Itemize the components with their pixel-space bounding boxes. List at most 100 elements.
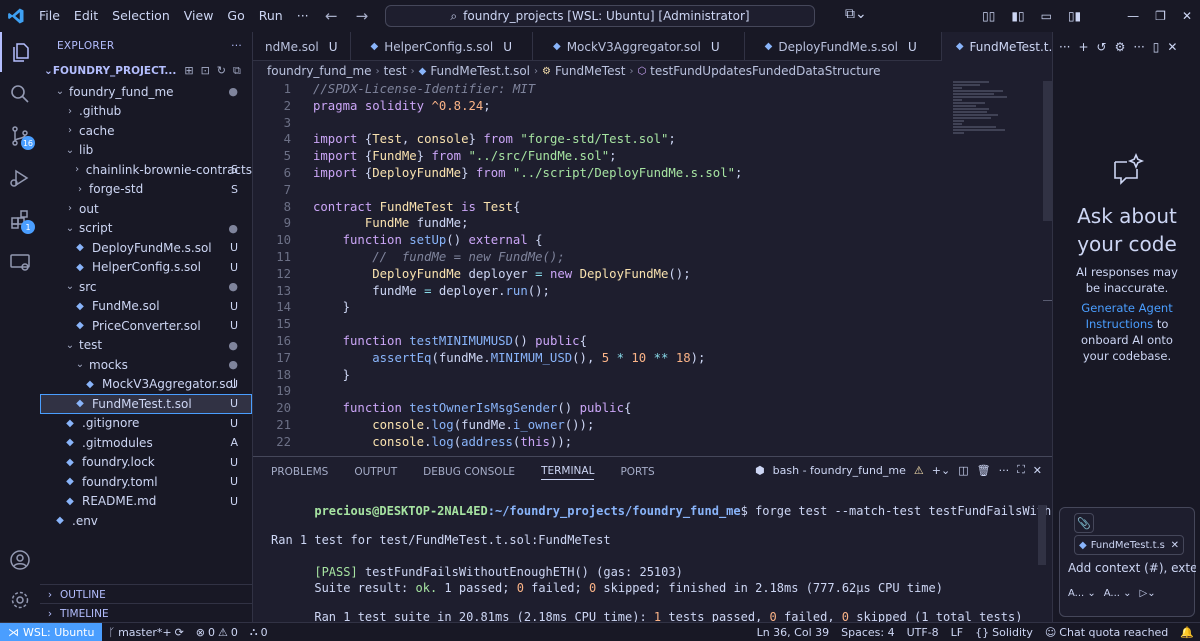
file-item[interactable]: ◆ .env xyxy=(40,511,252,531)
file-item[interactable]: ◆ FundMe.sol U xyxy=(40,297,252,317)
minimap[interactable] xyxy=(953,81,1043,161)
extensions-icon[interactable]: 1 xyxy=(0,200,40,240)
outline-section[interactable]: › OUTLINE xyxy=(40,584,253,604)
terminal-scrollbar[interactable] xyxy=(1038,505,1046,565)
folder-item[interactable]: › out xyxy=(40,199,252,219)
folder-item[interactable]: ⌄ lib xyxy=(40,141,252,161)
history-icon[interactable]: ↺ xyxy=(1097,40,1107,54)
folder-item[interactable]: ⌄ script ● xyxy=(40,219,252,239)
folder-item[interactable]: ⌄ test ● xyxy=(40,336,252,356)
send-icon[interactable]: ▷⌄ xyxy=(1140,588,1156,599)
file-item[interactable]: ◆ PriceConverter.sol U xyxy=(40,316,252,336)
more-actions-icon[interactable]: ··· xyxy=(1133,40,1144,54)
command-center-search[interactable]: ⌕ foundry_projects [WSL: Ubuntu] [Admini… xyxy=(385,5,815,27)
tab-debug-console[interactable]: DEBUG CONSOLE xyxy=(423,466,515,478)
maximize-icon[interactable]: ▯ xyxy=(1153,40,1160,54)
menu-more[interactable]: ··· xyxy=(290,0,316,32)
collapse-all-icon[interactable]: ⧉ xyxy=(233,64,241,78)
git-branch[interactable]: ᚴ master*+ ⟳ xyxy=(102,626,189,639)
explorer-icon[interactable] xyxy=(0,32,40,72)
breadcrumb-item[interactable]: testFundUpdatesFundedDataStructure xyxy=(650,64,880,78)
menu-go[interactable]: Go xyxy=(220,0,251,32)
customize-layout-icon[interactable]: ▯▯ xyxy=(974,9,1003,23)
problems-indicator[interactable]: ⊗ 0 ⚠ 0 xyxy=(190,626,244,639)
new-folder-icon[interactable]: ⊡ xyxy=(201,64,210,78)
accounts-icon[interactable] xyxy=(0,540,40,580)
folder-item[interactable]: › cache xyxy=(40,121,252,141)
folder-item[interactable]: ⌄ src ● xyxy=(40,277,252,297)
ports-indicator[interactable]: ⛬ 0 xyxy=(244,625,274,639)
remote-indicator[interactable]: ⋊ WSL: Ubuntu xyxy=(0,622,103,641)
new-file-icon[interactable]: ⊞ xyxy=(184,64,193,78)
file-item[interactable]: ◆ HelperConfig.s.sol U xyxy=(40,258,252,278)
back-arrow-icon[interactable]: ← xyxy=(325,0,338,32)
folder-item[interactable]: ⌄ foundry_fund_me ● xyxy=(40,82,252,102)
agent-mode-dropdown[interactable]: A... ⌄ xyxy=(1068,588,1096,599)
tab-terminal[interactable]: TERMINAL xyxy=(541,465,595,480)
menu-edit[interactable]: Edit xyxy=(67,0,105,32)
more-actions-icon[interactable]: ··· xyxy=(999,464,1010,477)
toggle-secondary-sidebar-icon[interactable]: ▯▮ xyxy=(1060,9,1089,23)
code-editor[interactable]: 1 //SPDX-License-Identifier: MIT 2 pragma s… xyxy=(253,81,1052,456)
refresh-icon[interactable]: ↻ xyxy=(217,64,226,78)
settings-gear-icon[interactable]: ⚙ xyxy=(1115,40,1126,54)
model-dropdown[interactable]: A... ⌄ xyxy=(1104,588,1132,599)
breadcrumb-item[interactable]: FundMeTest xyxy=(555,64,625,78)
file-item[interactable]: ◆ README.md U xyxy=(40,492,252,512)
generate-agent-instructions-link[interactable]: Instructions xyxy=(1086,317,1154,331)
menu-run[interactable]: Run xyxy=(252,0,290,32)
forward-arrow-icon[interactable]: → xyxy=(356,0,369,32)
tab-helperconfig[interactable]: ◆ HelperConfig.s.sol U xyxy=(351,32,533,61)
menu-selection[interactable]: Selection xyxy=(105,0,177,32)
copilot-icon[interactable]: ⧉⌄ xyxy=(845,6,867,22)
minimize-icon[interactable]: — xyxy=(1119,9,1147,23)
folder-item[interactable]: › chainlink-brownie-contracts S xyxy=(40,160,252,180)
remove-chip-icon[interactable]: ✕ xyxy=(1171,540,1179,551)
file-item[interactable]: ◆ MockV3Aggregator.sol U xyxy=(40,375,252,395)
more-actions-icon[interactable]: ··· xyxy=(1059,40,1070,54)
file-item[interactable]: ◆ .gitmodules A xyxy=(40,433,252,453)
chat-input[interactable]: Add context (#), exter xyxy=(1068,561,1196,575)
restore-icon[interactable]: ❐ xyxy=(1147,9,1174,23)
encoding[interactable]: UTF-8 xyxy=(901,626,945,639)
breadcrumb-item[interactable]: FundMeTest.t.sol xyxy=(430,64,530,78)
source-control-icon[interactable]: 16 xyxy=(0,116,40,156)
breadcrumb-item[interactable]: test xyxy=(384,64,407,78)
end-of-line[interactable]: LF xyxy=(945,626,969,639)
split-terminal-icon[interactable]: ◫ xyxy=(958,464,968,477)
tab-output[interactable]: OUTPUT xyxy=(354,466,397,478)
kill-terminal-icon[interactable]: 🗑 xyxy=(977,464,991,477)
menu-file[interactable]: File xyxy=(32,0,67,32)
file-item[interactable]: ◆ .gitignore U xyxy=(40,414,252,434)
file-item[interactable]: ◆ DeployFundMe.s.sol U xyxy=(40,238,252,258)
terminal-shell-label[interactable]: bash - foundry_fund_me xyxy=(773,464,906,477)
close-icon[interactable]: ✕ xyxy=(1174,9,1200,23)
file-item[interactable]: ◆ foundry.toml U xyxy=(40,472,252,492)
warning-icon[interactable]: ⚠ xyxy=(914,464,924,477)
file-item[interactable]: ◆ FundMeTest.t.sol U xyxy=(40,394,252,414)
attach-paperclip-icon[interactable]: 📎 xyxy=(1074,513,1094,533)
folder-item[interactable]: › .github xyxy=(40,102,252,122)
folder-item[interactable]: › forge-std S xyxy=(40,180,252,200)
menu-view[interactable]: View xyxy=(177,0,221,32)
remote-explorer-icon[interactable] xyxy=(0,242,40,282)
indentation[interactable]: Spaces: 4 xyxy=(835,626,900,639)
cursor-position[interactable]: Ln 36, Col 39 xyxy=(751,626,836,639)
tab-deployfundme[interactable]: ◆ DeployFundMe.s.sol U xyxy=(745,32,942,61)
new-chat-icon[interactable]: + xyxy=(1078,40,1088,54)
vscode-logo-icon[interactable] xyxy=(0,0,32,32)
close-panel-icon[interactable]: ✕ xyxy=(1033,464,1042,477)
run-debug-icon[interactable] xyxy=(0,158,40,198)
generate-agent-instructions-link[interactable]: Generate Agent xyxy=(1081,301,1172,315)
breadcrumb-item[interactable]: foundry_fund_me xyxy=(267,64,372,78)
close-icon[interactable]: ✕ xyxy=(1167,40,1177,54)
new-terminal-icon[interactable]: +⌄ xyxy=(932,464,950,477)
explorer-more-icon[interactable]: ··· xyxy=(231,40,242,52)
toggle-panel-icon[interactable]: ▭ xyxy=(1033,9,1060,23)
search-icon[interactable] xyxy=(0,74,40,114)
copilot-quota[interactable]: ☺ Chat quota reached xyxy=(1039,626,1174,639)
language-mode[interactable]: {} Solidity xyxy=(969,626,1039,639)
maximize-panel-icon[interactable]: ⛶ xyxy=(1017,463,1025,477)
toggle-sidebar-icon[interactable]: ▮▯ xyxy=(1003,9,1032,23)
editor-scrollbar[interactable] xyxy=(1043,81,1052,221)
